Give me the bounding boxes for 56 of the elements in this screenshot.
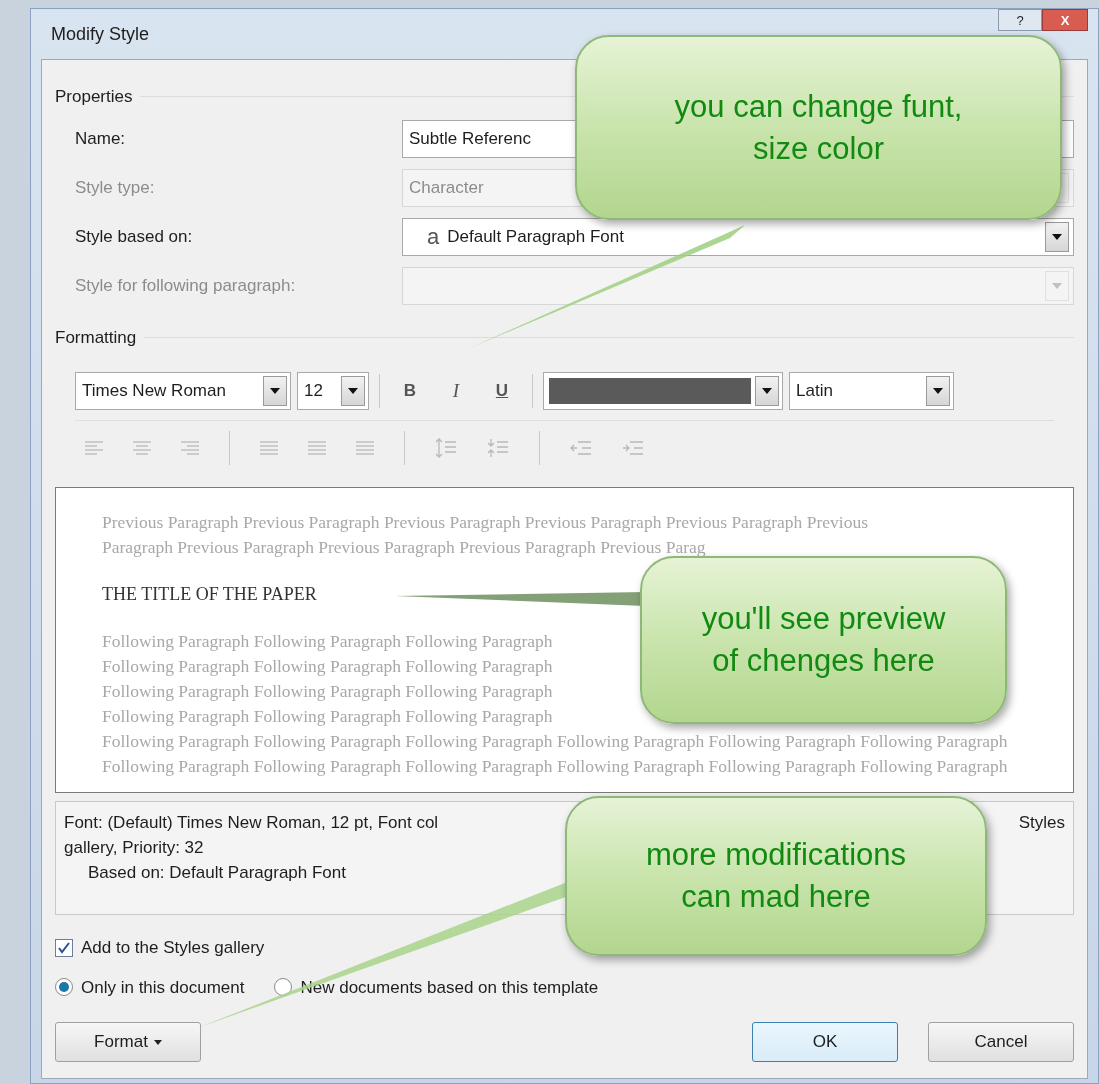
radio-button[interactable] [55, 978, 73, 997]
callout-text: you can change funt, size color [674, 87, 963, 168]
preview-text: Following Paragraph Following Paragraph Following Paragraph [102, 680, 553, 703]
group-heading: Formatting [55, 326, 137, 349]
align-right-icon[interactable] [181, 441, 199, 455]
align-center-icon[interactable] [133, 441, 151, 455]
dropdown-value: Default Paragraph Font [447, 225, 624, 248]
window-title: Modify Style [51, 22, 150, 46]
caret-icon [153, 1039, 162, 1045]
description-text: Font: (Default) Times New Roman, 12 pt, Font col [64, 812, 439, 834]
radio-button[interactable] [274, 978, 293, 997]
format-button[interactable]: Format [55, 1022, 201, 1062]
justify-icon[interactable] [356, 441, 374, 455]
field-label: Name: [75, 127, 127, 150]
ok-button[interactable]: OK [752, 1022, 898, 1062]
font-color-dropdown[interactable] [543, 372, 783, 410]
align-left-icon[interactable] [85, 441, 103, 455]
underline-button[interactable]: U [482, 374, 522, 408]
preview-text: Following Paragraph Following Paragraph Following Paragraph Following Paragraph Following Paragraph Following Paragraph [102, 755, 1008, 778]
close-button[interactable]: X [1042, 9, 1088, 31]
callout-text: more modifications can mad here [645, 836, 907, 916]
paragraph-glyph: a [427, 223, 440, 251]
preview-text: Paragraph Previous Paragraph Previous Paragraph Previous Paragraph Previous Parag [102, 536, 706, 559]
radio-label: New documents based on this template [300, 976, 599, 999]
bold-button[interactable]: B [390, 374, 430, 408]
italic-button[interactable]: I [436, 374, 476, 408]
dropdown-value: Character [409, 176, 484, 199]
increase-indent-icon[interactable] [622, 440, 644, 456]
description-text: Styles [1018, 812, 1065, 834]
description-text: Based on: Default Paragraph Font [88, 863, 346, 882]
field-label: Style for following paragraph: [75, 274, 297, 297]
description-text: gallery, Priority: 32 [64, 838, 204, 857]
line-spacing-icon[interactable] [435, 438, 457, 458]
preview-text: Following Paragraph Following Paragraph Following Paragraph [102, 655, 553, 678]
preview-text: Following Paragraph Following Paragraph Following Paragraph Following Paragraph Following Paragraph Following Paragraph [102, 730, 1008, 753]
preview-text: Following Paragraph Following Paragraph Following Paragraph [102, 630, 553, 653]
preview-text: Following Paragraph Following Paragraph Following Paragraph [102, 705, 553, 728]
callout-text: you'll see preview of chenges here [701, 600, 946, 680]
justify-icon[interactable] [308, 441, 326, 455]
justify-icon[interactable] [260, 441, 278, 455]
script-dropdown[interactable]: Latin [789, 372, 954, 410]
style-dropdown[interactable]: a Default Paragraph Font [402, 217, 1074, 256]
preview-sample: THE TITLE OF THE PAPER [102, 583, 317, 606]
font-dropdown[interactable]: Times New Roman [75, 372, 291, 410]
checkbox-label: Add to the Styles gallery [81, 937, 265, 959]
preview-text: Previous Paragraph Previous Paragraph Previous Paragraph Previous Paragraph Previous Paragraph Previous [102, 511, 868, 534]
help-button[interactable]: ? [998, 9, 1042, 31]
group-heading: Properties [55, 86, 133, 108]
cancel-button[interactable]: Cancel [928, 1022, 1074, 1062]
size-dropdown[interactable]: 12 [297, 372, 369, 410]
paragraph-spacing-icon[interactable] [487, 438, 509, 458]
decrease-indent-icon[interactable] [570, 440, 592, 456]
radio-label: Only in this document [81, 976, 245, 999]
field-label: Style based on: [75, 225, 194, 248]
field-label: Style type: [75, 176, 156, 199]
checkbox[interactable] [55, 938, 73, 957]
